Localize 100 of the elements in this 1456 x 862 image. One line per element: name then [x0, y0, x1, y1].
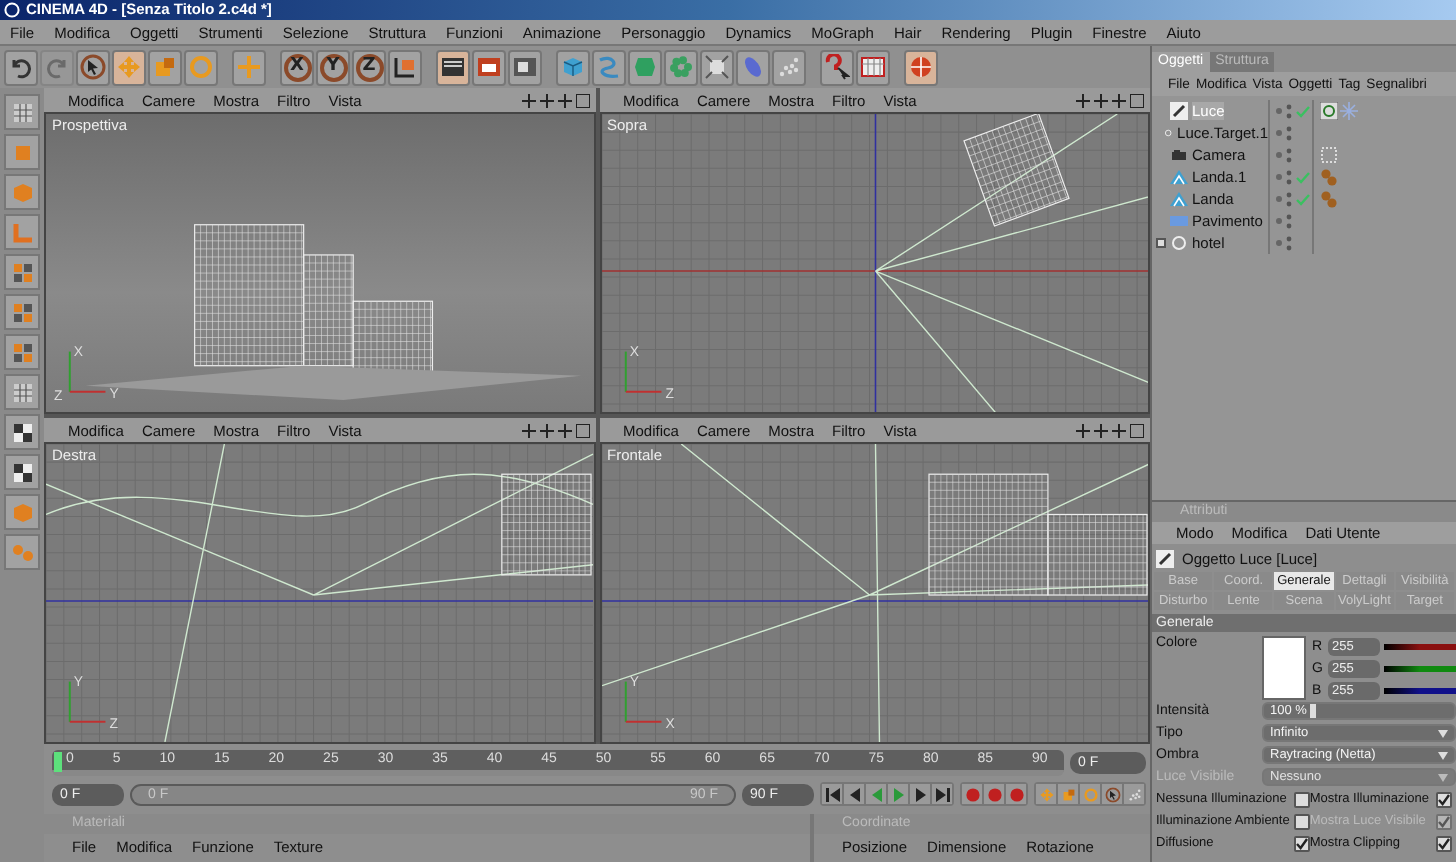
record-button[interactable]	[1006, 784, 1026, 804]
navigation-icon[interactable]	[575, 93, 589, 107]
status-dot[interactable]	[1276, 218, 1282, 224]
visibility-dots-icon[interactable]	[1286, 147, 1292, 163]
tool-button[interactable]	[4, 49, 38, 85]
target-tag-icon	[1320, 102, 1338, 120]
tool-button[interactable]	[4, 414, 40, 450]
status-dot[interactable]	[1276, 196, 1282, 202]
pointer-icon	[80, 54, 106, 80]
floor-icon	[1170, 212, 1188, 230]
expand-toggle[interactable]	[1156, 238, 1166, 248]
deformer-icon	[704, 54, 730, 80]
color-swatch[interactable]	[1262, 636, 1306, 700]
checkbox[interactable]	[1293, 835, 1310, 851]
display-tag-icon	[1320, 146, 1338, 164]
axis-lock-button[interactable]: Z	[352, 49, 386, 85]
visibility-dots-icon[interactable]	[1286, 169, 1292, 185]
cubes-icon	[9, 299, 35, 325]
playback-button[interactable]	[822, 784, 842, 804]
navigation-icon[interactable]	[539, 423, 553, 437]
tool-button[interactable]	[436, 49, 470, 85]
axis-lock-button[interactable]: X	[280, 49, 314, 85]
color-slider[interactable]	[1384, 665, 1456, 671]
navigation-icon[interactable]	[1076, 93, 1090, 107]
visibility-dots-icon[interactable]	[1286, 235, 1292, 251]
navigation-icon[interactable]	[557, 423, 571, 437]
color-slider[interactable]	[1384, 643, 1456, 649]
crosshair-icon	[236, 54, 262, 80]
status-dot[interactable]	[1276, 174, 1282, 180]
playback-button[interactable]	[932, 784, 952, 804]
light-icon	[1170, 102, 1188, 120]
material-tag-icon	[1320, 190, 1338, 208]
scale-icon	[1060, 786, 1076, 802]
navigation-icon[interactable]	[1112, 93, 1126, 107]
visibility-dots-icon[interactable]	[1286, 213, 1292, 229]
tool-button[interactable]	[508, 49, 542, 85]
navigation-icon[interactable]	[575, 423, 589, 437]
tool-button[interactable]	[76, 49, 110, 85]
clapper-icon	[440, 54, 466, 80]
corner-icon	[9, 219, 35, 245]
status-dot[interactable]	[1276, 108, 1282, 114]
light-icon	[1156, 549, 1174, 567]
polygon-icon	[632, 54, 658, 80]
tool-button[interactable]	[700, 49, 734, 85]
visibility-dots-icon[interactable]	[1286, 191, 1292, 207]
tool-button[interactable]	[856, 49, 890, 85]
slider-handle-icon[interactable]	[1310, 704, 1317, 718]
pointer-icon	[1104, 786, 1120, 802]
dropdown-arrow-icon	[1438, 773, 1448, 781]
checkbox[interactable]	[1293, 791, 1310, 807]
navigation-icon[interactable]	[1112, 423, 1126, 437]
checker-icon	[9, 419, 35, 445]
redo-icon	[44, 54, 70, 80]
navigation-icon[interactable]	[1130, 423, 1144, 437]
navigation-icon[interactable]	[1094, 93, 1108, 107]
visibility-dots-icon[interactable]	[1286, 125, 1292, 141]
navigation-icon[interactable]	[521, 423, 535, 437]
status-dot[interactable]	[1276, 152, 1282, 158]
tool-button[interactable]	[388, 49, 422, 85]
particles-icon	[776, 54, 802, 80]
tool-button[interactable]	[4, 454, 40, 490]
checkbox[interactable]	[1293, 813, 1310, 829]
checkbox[interactable]	[1436, 835, 1452, 851]
move-icon	[1038, 786, 1054, 802]
null-object-icon	[1164, 124, 1174, 142]
move-icon	[116, 54, 142, 80]
camera-icon	[1170, 146, 1188, 164]
tool-button[interactable]	[820, 49, 854, 85]
check-icon[interactable]	[1296, 105, 1310, 117]
navigation-icon[interactable]	[557, 93, 571, 107]
color-slider[interactable]	[1384, 687, 1456, 693]
undo-icon	[8, 54, 34, 80]
playback-button[interactable]	[844, 784, 864, 804]
ellipse-icon	[740, 54, 766, 80]
axis-gizmo	[623, 680, 662, 723]
record-button[interactable]	[962, 784, 982, 804]
navigation-icon[interactable]	[539, 93, 553, 107]
clapper-icon	[512, 54, 538, 80]
check-icon[interactable]	[1296, 171, 1310, 183]
status-dot[interactable]	[1276, 130, 1282, 136]
playback-icon	[825, 787, 839, 801]
navigation-icon[interactable]	[1094, 423, 1108, 437]
grid-icon	[9, 99, 35, 125]
navigation-icon[interactable]	[521, 93, 535, 107]
status-dot[interactable]	[1276, 240, 1282, 246]
checkbox[interactable]	[1436, 791, 1452, 807]
playback-button[interactable]	[910, 784, 930, 804]
globe-icon	[908, 54, 934, 80]
tool-button[interactable]	[472, 49, 506, 85]
check-icon[interactable]	[1296, 193, 1310, 205]
visibility-dots-icon[interactable]	[1286, 103, 1292, 119]
record-button[interactable]	[984, 784, 1004, 804]
clapper-icon	[476, 54, 502, 80]
axis-lock-button[interactable]: Y	[316, 49, 350, 85]
help-icon	[824, 54, 850, 80]
playback-icon	[935, 787, 949, 801]
axes-icon	[392, 54, 418, 80]
key-button[interactable]	[1102, 784, 1122, 804]
navigation-icon[interactable]	[1130, 93, 1144, 107]
navigation-icon[interactable]	[1076, 423, 1090, 437]
